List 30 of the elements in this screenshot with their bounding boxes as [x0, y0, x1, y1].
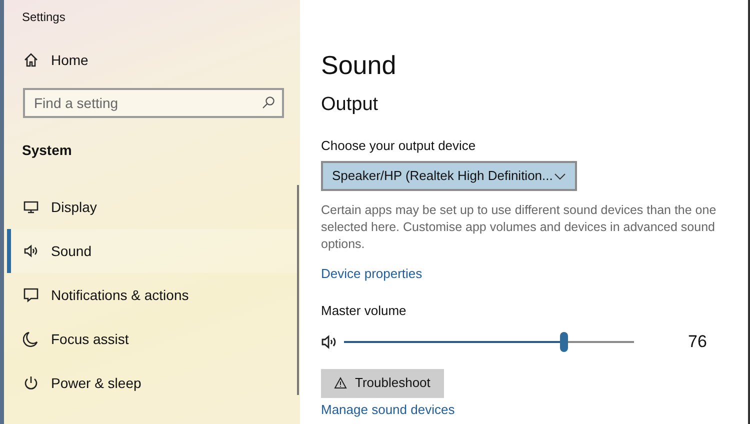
device-properties-link[interactable]: Device properties: [321, 264, 422, 284]
slider-thumb[interactable]: [560, 332, 568, 352]
page-title: Sound: [321, 49, 398, 82]
power-icon: [23, 375, 39, 391]
nav-item[interactable]: Display: [7, 185, 297, 229]
nav-item[interactable]: Focus assist: [7, 317, 297, 361]
monitor-icon: [23, 199, 39, 215]
window-title: Settings: [21, 9, 66, 26]
search-field[interactable]: Find a setting: [23, 88, 284, 118]
speaker-icon: [23, 243, 39, 259]
manage-devices-link[interactable]: Manage sound devices: [321, 400, 455, 419]
home-icon: [23, 52, 39, 68]
volume-slider[interactable]: [344, 332, 634, 352]
description-text: Certain apps may be set up to use different sound devices than the one selected here. Customise app volumes and devices in advanced sound options.: [321, 202, 718, 253]
moon-icon: [23, 331, 39, 347]
warning-icon: [334, 377, 347, 389]
volume-label: Master volume: [321, 302, 408, 320]
home-link[interactable]: Home: [4, 40, 300, 80]
volume-value: 76: [688, 331, 707, 353]
device-dropdown[interactable]: Speaker/HP (Realtek High Definition...: [321, 161, 577, 191]
nav-item[interactable]: Power & sleep: [7, 361, 297, 405]
section-heading: Output: [321, 93, 380, 117]
nav-item[interactable]: Notifications & actions: [7, 273, 297, 317]
field-label: Choose your output device: [321, 136, 477, 155]
section-heading: System: [21, 141, 73, 160]
chevron-down-icon: [554, 172, 566, 180]
search-icon: [262, 96, 275, 109]
nav-item[interactable]: Sound: [7, 229, 297, 273]
troubleshoot-button[interactable]: Troubleshoot: [321, 368, 444, 398]
speech-bubble-icon: [23, 287, 39, 303]
